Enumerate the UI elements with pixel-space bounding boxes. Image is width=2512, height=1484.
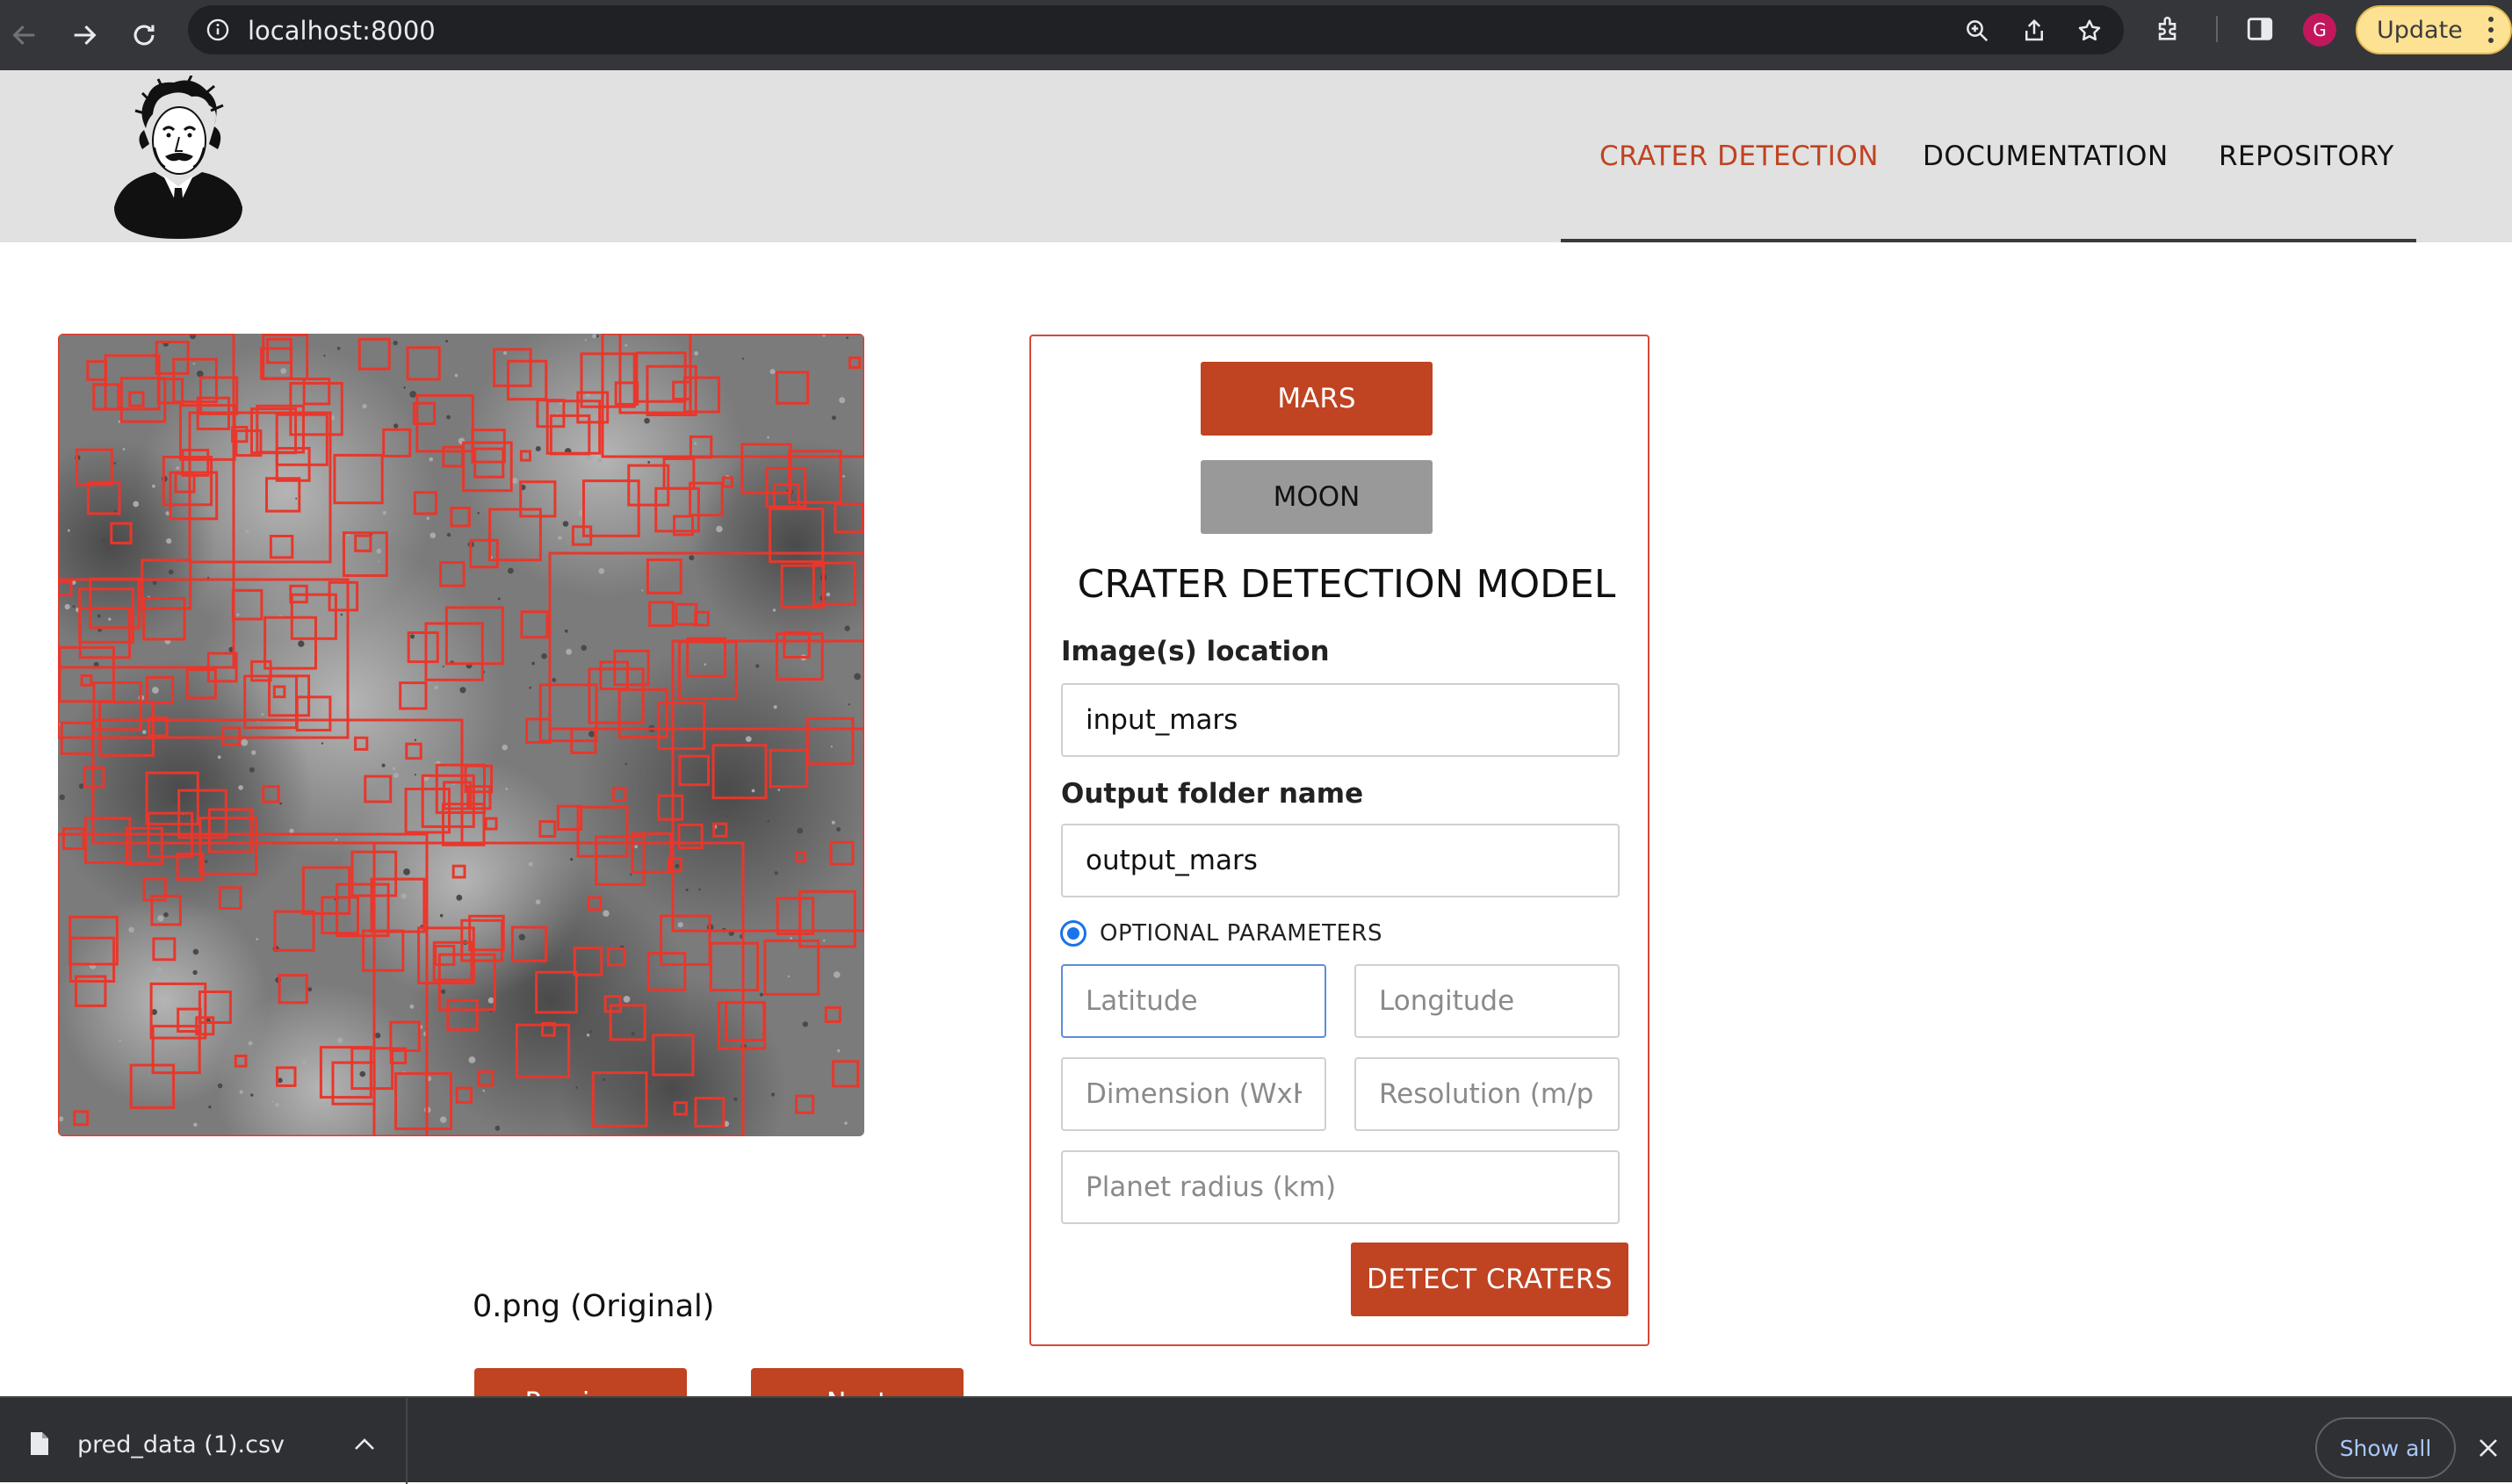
crater-detection-image — [58, 334, 864, 1136]
moon-button[interactable]: MOON — [1201, 460, 1433, 534]
menu-icon[interactable] — [2487, 14, 2494, 46]
einstein-logo[interactable] — [112, 76, 244, 239]
dimension-input[interactable] — [1061, 1057, 1326, 1131]
close-icon[interactable] — [2477, 1437, 2500, 1459]
zoom-icon[interactable] — [1964, 18, 1990, 44]
sidepanel-icon[interactable] — [2245, 14, 2275, 44]
nav-documentation[interactable]: DOCUMENTATION — [1923, 140, 2169, 172]
longitude-input[interactable] — [1354, 964, 1620, 1038]
info-icon[interactable] — [206, 18, 230, 42]
latitude-input[interactable] — [1061, 964, 1326, 1038]
extensions-icon[interactable] — [2154, 14, 2184, 44]
forward-icon[interactable] — [61, 12, 107, 58]
toolbar-divider — [2216, 16, 2218, 42]
panel-title: CRATER DETECTION MODEL — [1077, 562, 1616, 607]
reload-icon[interactable] — [121, 12, 167, 58]
nav-crater-detection[interactable]: CRATER DETECTION — [1599, 140, 1879, 172]
image-caption: 0.png (Original) — [473, 1289, 715, 1324]
file-icon — [31, 1432, 48, 1455]
output-folder-label: Output folder name — [1061, 778, 1364, 810]
planet-radius-input[interactable] — [1061, 1150, 1620, 1224]
back-icon[interactable] — [2, 12, 47, 58]
main-nav: CRATER DETECTION DOCUMENTATION REPOSITOR… — [1561, 70, 2416, 242]
nav-repository[interactable]: REPOSITORY — [2219, 140, 2394, 172]
update-label: Update — [2377, 16, 2463, 44]
share-icon[interactable] — [2021, 18, 2047, 44]
output-folder-input[interactable] — [1061, 824, 1620, 897]
download-file-name[interactable]: pred_data (1).csv — [77, 1431, 285, 1459]
address-bar[interactable]: localhost:8000 — [188, 5, 2124, 54]
star-icon[interactable] — [2076, 18, 2103, 44]
show-all-button[interactable]: Show all — [2315, 1417, 2456, 1479]
mars-button[interactable]: MARS — [1201, 362, 1433, 436]
url-text[interactable]: localhost:8000 — [248, 16, 436, 46]
download-divider — [406, 1398, 408, 1484]
update-button[interactable]: Update — [2356, 5, 2512, 54]
resolution-input[interactable] — [1354, 1057, 1620, 1131]
chevron-up-icon[interactable] — [353, 1437, 376, 1452]
optional-parameters-label[interactable]: OPTIONAL PARAMETERS — [1100, 920, 1382, 947]
profile-avatar[interactable]: G — [2303, 13, 2336, 47]
optional-parameters-radio[interactable] — [1060, 920, 1086, 947]
image-location-label: Image(s) location — [1061, 636, 1330, 667]
download-bar: pred_data (1).csv Show all — [0, 1396, 2512, 1484]
image-location-input[interactable] — [1061, 683, 1620, 757]
detect-craters-button[interactable]: DETECT CRATERS — [1351, 1243, 1628, 1316]
site-header: CRATER DETECTION DOCUMENTATION REPOSITOR… — [0, 70, 2512, 242]
browser-toolbar: localhost:8000 G Update — [0, 0, 2512, 70]
